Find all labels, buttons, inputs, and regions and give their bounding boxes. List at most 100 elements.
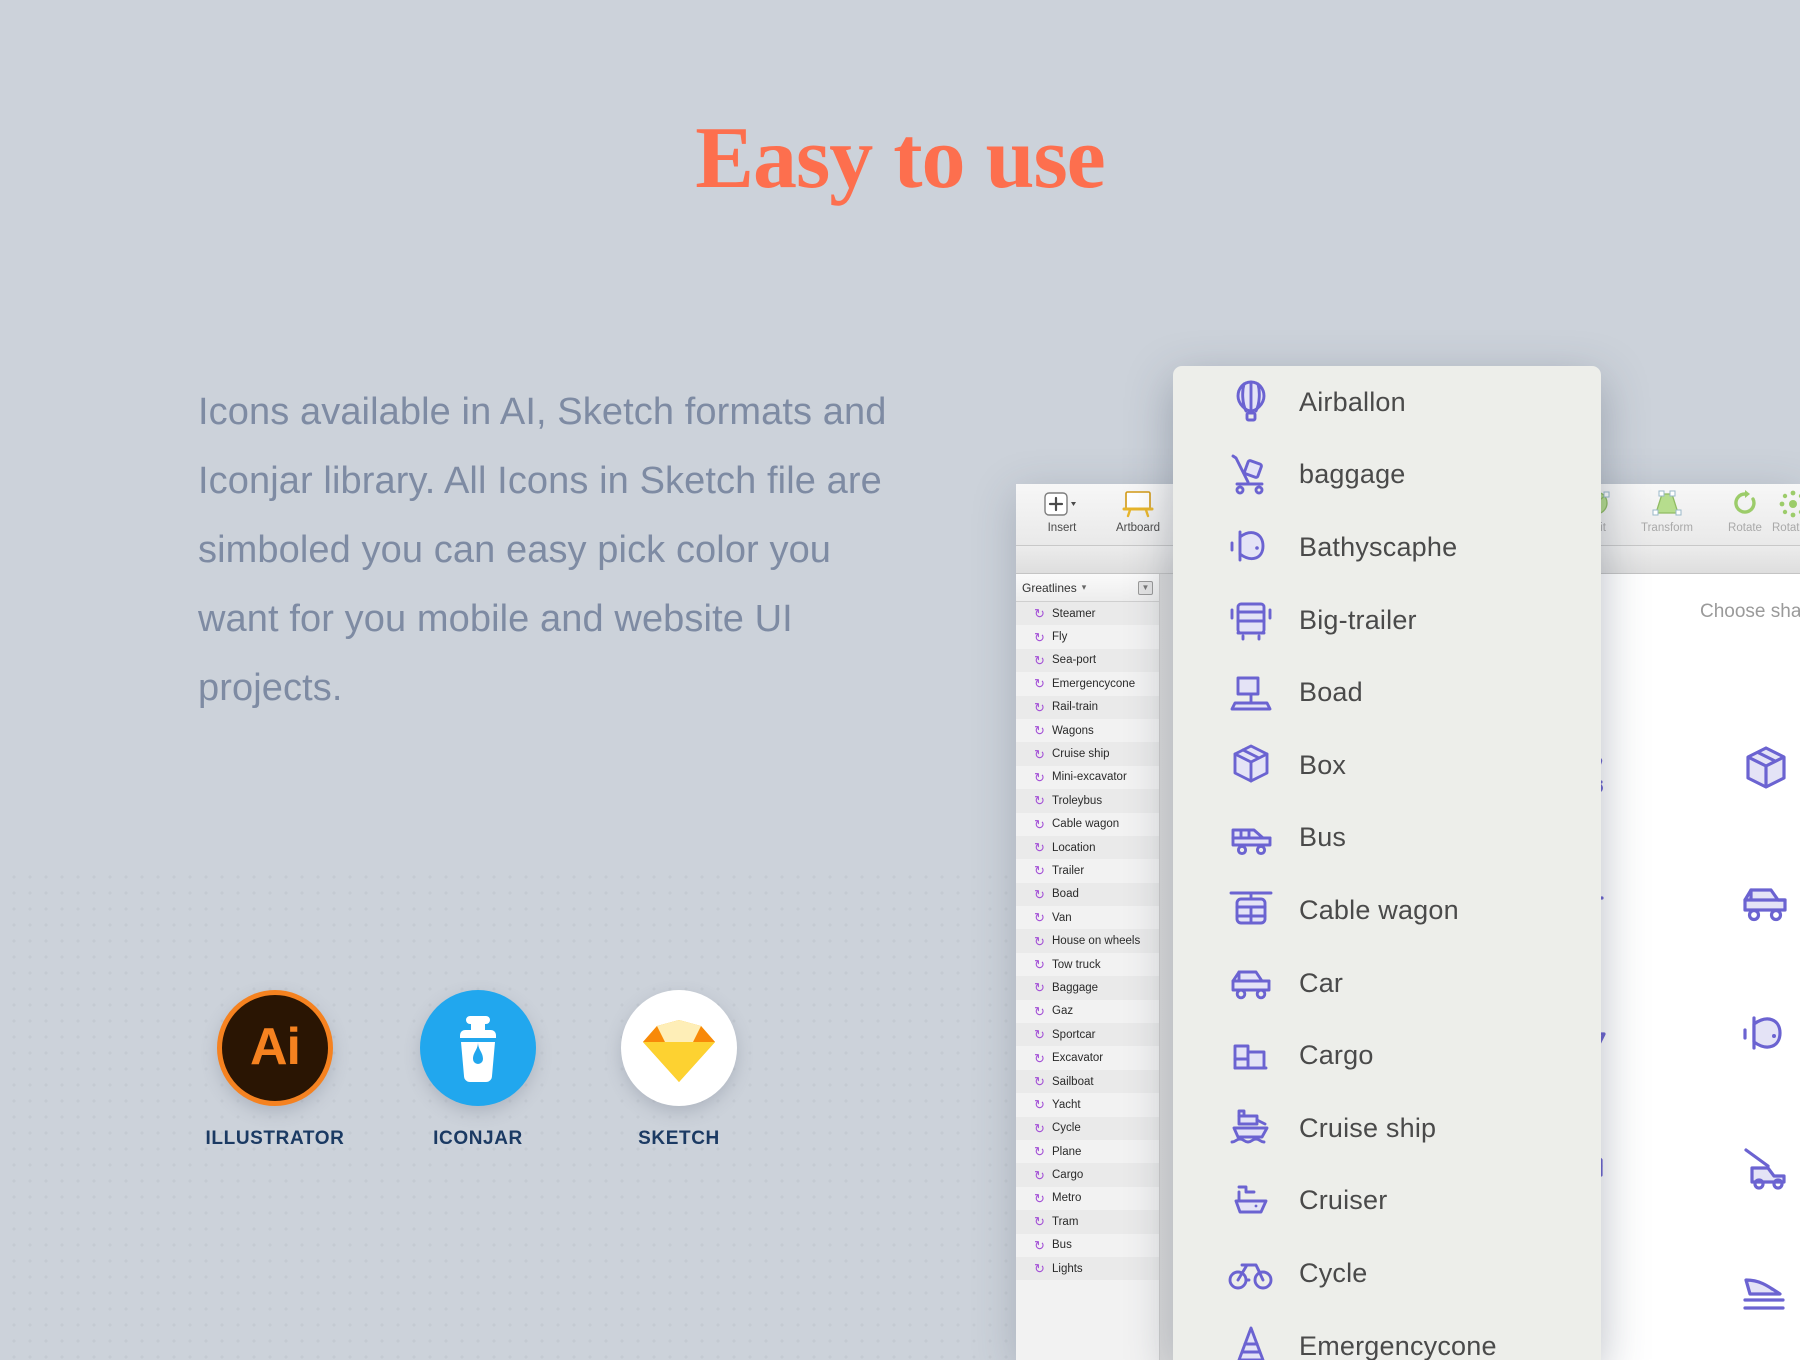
layer-row[interactable]: ↻ Baggage	[1016, 976, 1159, 1000]
layer-row[interactable]: ↻ Location	[1016, 835, 1159, 860]
badge-sketch[interactable]: SKETCH	[594, 990, 764, 1150]
layer-name: Troleybus	[1052, 794, 1103, 807]
layer-row[interactable]: ↻ Cable wagon	[1016, 813, 1159, 836]
badge-label-sketch: SKETCH	[638, 1128, 720, 1149]
symbol-dropdown-item[interactable]: Cruiser	[1173, 1165, 1601, 1238]
layer-row[interactable]: ↻ Excavator	[1016, 1046, 1159, 1069]
layer-row[interactable]: ↻ Cruise ship	[1016, 742, 1159, 766]
badge-label-iconjar: ICONJAR	[433, 1128, 523, 1149]
symbol-icon: ↻	[1034, 746, 1045, 762]
big-trailer-icon	[1225, 594, 1277, 646]
symbol-dropdown-panel[interactable]: Airballon baggage Bathyscaphe Big-trailer Bo…	[1173, 366, 1601, 1360]
symbol-dropdown-item[interactable]: Car	[1173, 947, 1601, 1020]
symbol-dropdown-item[interactable]: Big-trailer	[1173, 584, 1601, 657]
cycle-icon	[1225, 1247, 1277, 1299]
symbol-dropdown-list[interactable]: Airballon baggage Bathyscaphe Big-trailer Bo…	[1173, 366, 1601, 1360]
layer-row[interactable]: ↻ Emergencycone	[1016, 672, 1159, 695]
symbol-dropdown-item-label: Cycle	[1299, 1257, 1368, 1288]
symbol-dropdown-item[interactable]: Airballon	[1173, 366, 1601, 439]
filter-icon[interactable]: ▼	[1138, 580, 1153, 595]
toolbar-transform[interactable]: Transform	[1620, 489, 1714, 534]
layer-name: Metro	[1052, 1192, 1082, 1205]
layer-row[interactable]: ↻ Metro	[1016, 1187, 1159, 1210]
toolbar-transform-label: Transform	[1641, 522, 1693, 534]
symbol-dropdown-item[interactable]: Cruise ship	[1173, 1092, 1601, 1165]
layer-row[interactable]: ↻ Lights	[1016, 1256, 1159, 1281]
layer-name: Emergencycone	[1052, 677, 1136, 690]
symbol-dropdown-item-label: Bathyscaphe	[1299, 531, 1458, 562]
symbol-dropdown-item[interactable]: Boad	[1173, 656, 1601, 729]
layer-row[interactable]: ↻ Sea-port	[1016, 648, 1159, 673]
symbol-icon: ↻	[1034, 1214, 1045, 1230]
bus-icon	[1225, 812, 1277, 864]
layer-row[interactable]: ↻ Plane	[1016, 1140, 1159, 1163]
cargo-icon	[1225, 1030, 1277, 1082]
symbol-icon: ↻	[1034, 769, 1045, 785]
layer-row[interactable]: ↻ Boad	[1016, 882, 1159, 907]
symbol-icon: ↻	[1034, 1237, 1045, 1253]
layer-row[interactable]: ↻ Troleybus	[1016, 789, 1159, 813]
layer-row[interactable]: ↻ Tram	[1016, 1210, 1159, 1234]
layer-row[interactable]: ↻ Sailboat	[1016, 1069, 1159, 1094]
symbol-dropdown-item[interactable]: Bus	[1173, 802, 1601, 875]
layer-row[interactable]: ↻ House on wheels	[1016, 929, 1159, 953]
toolbar-insert-label: Insert	[1047, 522, 1077, 534]
toolbar-rotate[interactable]: Rotate	[1710, 489, 1780, 534]
symbol-dropdown-item-label: Bus	[1299, 822, 1347, 853]
toolbar-artboard[interactable]: Artboard	[1094, 489, 1182, 534]
symbol-dropdown-item[interactable]: Emergencycone	[1173, 1310, 1601, 1360]
layer-name: Location	[1052, 841, 1096, 854]
layer-name: Cruise ship	[1052, 748, 1110, 761]
badge-iconjar[interactable]: ICONJAR	[393, 990, 563, 1150]
symbol-icon: ↻	[1034, 816, 1045, 832]
tow-truck-icon[interactable]	[1740, 1140, 1796, 1192]
symbol-dropdown-item[interactable]: Cycle	[1173, 1237, 1601, 1310]
layer-name: Boad	[1052, 888, 1079, 901]
box-icon	[1225, 739, 1277, 791]
layer-row[interactable]: ↻ Wagons	[1016, 719, 1159, 742]
badge-illustrator[interactable]: Ai ILLUSTRATOR	[190, 990, 360, 1150]
toolbar-rotate-copies[interactable]: Rotate Copies	[1772, 489, 1800, 534]
symbol-dropdown-item[interactable]: Box	[1173, 729, 1601, 802]
layer-row[interactable]: ↻ Fly	[1016, 625, 1159, 648]
symbol-dropdown-item[interactable]: baggage	[1173, 439, 1601, 512]
layer-row[interactable]: ↻ Mini-excavator	[1016, 766, 1159, 789]
layer-row[interactable]: ↻ Steamer	[1016, 602, 1159, 626]
symbol-icon: ↻	[1034, 629, 1045, 645]
fast-train-icon[interactable]	[1740, 1272, 1796, 1324]
box-icon[interactable]	[1740, 744, 1796, 796]
layer-row[interactable]: ↻ Cargo	[1016, 1163, 1159, 1187]
symbol-icon: ↻	[1034, 723, 1045, 739]
bathyscaphe-icon[interactable]	[1740, 1008, 1796, 1060]
layer-row[interactable]: ↻ Van	[1016, 906, 1159, 929]
bathyscaphe-icon	[1225, 521, 1277, 573]
symbol-dropdown-item-label: Car	[1299, 967, 1344, 998]
airballoon-icon	[1225, 376, 1277, 428]
layer-name: Mini-excavator	[1052, 771, 1127, 784]
car-icon[interactable]	[1740, 876, 1796, 928]
symbol-icon: ↻	[1034, 652, 1045, 668]
boad-icon	[1225, 667, 1277, 719]
intro-paragraph: Icons available in AI, Sketch formats an…	[198, 391, 887, 709]
layer-row[interactable]: ↻ Gaz	[1016, 1000, 1159, 1023]
layer-name: Yacht	[1052, 1098, 1081, 1111]
layers-list[interactable]: ↻ Steamer ↻ Fly ↻ Sea-port ↻ Emergencycone ↻ Rail…	[1016, 602, 1159, 1281]
sketch-icon	[621, 990, 737, 1106]
layer-row[interactable]: ↻ Rail-train	[1016, 695, 1159, 719]
symbol-dropdown-item[interactable]: Bathyscaphe	[1173, 511, 1601, 584]
symbol-icon: ↻	[1034, 1144, 1045, 1160]
layer-name: Baggage	[1052, 981, 1099, 994]
layer-name: Trailer	[1052, 864, 1085, 877]
layer-row[interactable]: ↻ Tow truck	[1016, 953, 1159, 976]
layers-group-header[interactable]: Greatlines ▾ ▼	[1016, 574, 1159, 602]
layer-row[interactable]: ↻ Bus	[1016, 1234, 1159, 1257]
symbol-icon: ↻	[1034, 1167, 1045, 1183]
toolbar-insert[interactable]: Insert	[1018, 489, 1106, 534]
symbol-dropdown-item[interactable]: Cable wagon	[1173, 874, 1601, 947]
layer-row[interactable]: ↻ Trailer	[1016, 859, 1159, 882]
layer-row[interactable]: ↻ Sportcar	[1016, 1023, 1159, 1047]
layer-row[interactable]: ↻ Yacht	[1016, 1093, 1159, 1116]
layer-row[interactable]: ↻ Cycle	[1016, 1116, 1159, 1140]
symbol-dropdown-item[interactable]: Cargo	[1173, 1019, 1601, 1092]
symbol-icon: ↻	[1034, 886, 1045, 902]
